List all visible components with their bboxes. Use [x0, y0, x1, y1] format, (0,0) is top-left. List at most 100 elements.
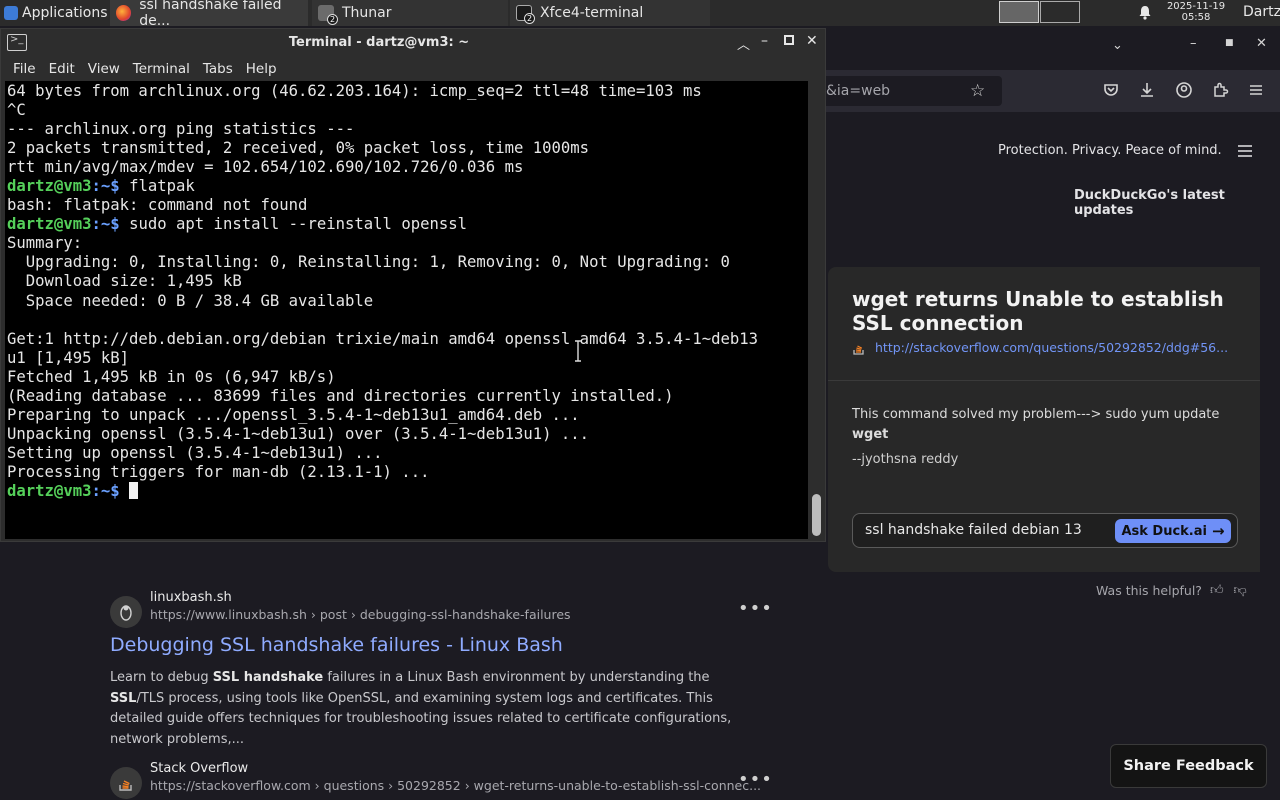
close-button[interactable]: ✕ — [1256, 36, 1267, 51]
hamburger-menu-icon[interactable] — [1247, 81, 1265, 99]
applications-label: Applications — [22, 5, 108, 21]
prompt-user: dartz@vm3 — [7, 215, 92, 234]
terminal-line: Setting up openssl (3.5.4-1~deb13u1) ... — [7, 444, 758, 463]
prompt-path: :~$ — [91, 481, 130, 500]
thumbs-down-icon[interactable]: 👎︎ — [1234, 583, 1247, 598]
menu-file[interactable]: File — [13, 61, 36, 77]
result-url[interactable]: https://www.linuxbash.sh › post › debugg… — [150, 607, 571, 622]
ask-duckai-label: Ask Duck.ai — [1121, 523, 1207, 539]
terminal-line: Unpacking openssl (3.5.4-1~deb13u1) over… — [7, 425, 758, 444]
terminal-window: >_ Terminal - dartz@vm3: ~ ︿ – ✕ File Ed… — [0, 28, 826, 542]
terminal-icon: 2 — [516, 5, 535, 24]
maximize-button[interactable] — [784, 35, 794, 45]
downloads-icon[interactable] — [1138, 81, 1156, 99]
result-url[interactable]: https://stackoverflow.com › questions › … — [150, 778, 761, 793]
snippet-highlight: SSL handshake — [212, 670, 324, 685]
feedback-prompt: Was this helpful? 👍︎ 👎︎ — [1096, 583, 1247, 598]
menu-terminal[interactable]: Terminal — [133, 61, 190, 77]
thunar-icon: 2 — [318, 5, 338, 25]
output-text: Summary: — [7, 234, 83, 253]
command-text: flatpak — [129, 177, 195, 196]
terminal-line: Download size: 1,495 kB — [7, 272, 758, 291]
clock-time: 05:58 — [1181, 12, 1211, 23]
output-text: Download size: 1,495 kB — [7, 272, 242, 291]
taskbar-item-label: ssl handshake failed de... — [139, 0, 282, 29]
ddg-updates-link[interactable]: DuckDuckGo's latest updates — [1074, 188, 1280, 218]
ask-duckai-box[interactable]: ssl handshake failed debian 13 Ask Duck.… — [852, 513, 1238, 548]
minimize-button[interactable]: – — [1190, 36, 1197, 51]
result-snippet: Learn to debug SSL handshake failures in… — [110, 668, 755, 750]
output-text: Processing triggers for man-db (2.13.1-1… — [7, 462, 430, 481]
terminal-line: Upgrading: 0, Installing: 0, Reinstallin… — [7, 253, 758, 272]
ddg-tagline[interactable]: Protection. Privacy. Peace of mind. — [998, 143, 1222, 158]
text-cursor-ibeam-icon — [575, 340, 581, 362]
terminal-line: Preparing to unpack .../openssl_3.5.4-1~… — [7, 406, 758, 425]
more-options-icon[interactable]: ••• — [738, 769, 773, 790]
share-feedback-button[interactable]: Share Feedback — [1110, 744, 1267, 788]
output-text: bash: flatpak: command not found — [7, 196, 308, 215]
helpful-label: Was this helpful? — [1096, 583, 1202, 598]
user-menu[interactable]: Dartz — [1243, 4, 1280, 20]
search-result: Stack Overflow https://stackoverflow.com… — [110, 761, 772, 800]
result-site-name[interactable]: Stack Overflow — [150, 761, 248, 776]
linux-penguin-icon — [110, 596, 142, 628]
taskbar-item-thunar[interactable]: 2 Thunar — [312, 0, 508, 26]
thumbs-up-icon[interactable]: 👍︎ — [1210, 583, 1224, 598]
output-text: Fetched 1,495 kB in 0s (6,947 kB/s) — [7, 367, 336, 386]
menu-help[interactable]: Help — [246, 61, 277, 77]
answer-title[interactable]: wget returns Unable to establish SSL con… — [852, 287, 1248, 335]
answer-source-link[interactable]: http://stackoverflow.com/questions/50292… — [852, 340, 1228, 355]
applications-menu-button[interactable]: Applications ☰ — [0, 0, 128, 26]
more-options-icon[interactable]: ••• — [738, 598, 773, 619]
extensions-icon[interactable] — [1211, 81, 1229, 99]
workspace-1[interactable] — [999, 1, 1039, 23]
menu-tabs[interactable]: Tabs — [203, 61, 233, 77]
taskbar-item-terminal[interactable]: 2 Xfce4-terminal — [510, 0, 710, 26]
menu-view[interactable]: View — [88, 61, 120, 77]
workspace-2[interactable] — [1040, 1, 1080, 23]
result-title-link[interactable]: Debugging SSL handshake failures - Linux… — [110, 634, 563, 656]
snippet-text: /TLS process, using tools like OpenSSL, … — [110, 690, 732, 747]
terminal-scrollbar[interactable] — [809, 81, 825, 539]
close-button[interactable]: ✕ — [806, 33, 818, 49]
output-text: Upgrading: 0, Installing: 0, Reinstallin… — [7, 253, 730, 272]
chevron-down-icon[interactable]: ⌄ — [1112, 38, 1123, 53]
scrollbar-thumb[interactable] — [812, 494, 821, 536]
xfce-logo-icon — [4, 6, 18, 20]
ask-duckai-button[interactable]: Ask Duck.ai → — [1115, 519, 1231, 543]
minimize-button[interactable]: – — [761, 33, 768, 49]
output-text: Get:1 http://deb.debian.org/debian trixi… — [7, 329, 759, 348]
taskbar-item-browser[interactable]: ssl handshake failed de... — [110, 0, 308, 29]
output-text: ^C — [7, 101, 26, 120]
divider — [828, 380, 1260, 381]
taskbar-item-label: Xfce4-terminal — [540, 5, 644, 21]
chevron-up-icon[interactable]: ︿ — [737, 34, 750, 53]
terminal-line: 2 packets transmitted, 2 received, 0% pa… — [7, 139, 758, 158]
terminal-line: Fetched 1,495 kB in 0s (6,947 kB/s) — [7, 368, 758, 387]
result-site-name[interactable]: linuxbash.sh — [150, 590, 232, 605]
output-text: (Reading database ... 83699 files and di… — [7, 386, 674, 405]
terminal-line: u1 [1,495 kB] — [7, 349, 758, 368]
terminal-titlebar[interactable]: >_ Terminal - dartz@vm3: ~ ︿ – ✕ — [1, 29, 825, 57]
stackoverflow-favicon-icon — [110, 767, 142, 799]
output-text: 2 packets transmitted, 2 received, 0% pa… — [7, 139, 590, 158]
window-count-badge: 2 — [327, 14, 338, 25]
clock[interactable]: 2025-11-19 05:58 — [1166, 1, 1226, 23]
terminal-line: (Reading database ... 83699 files and di… — [7, 387, 758, 406]
search-result: linuxbash.sh https://www.linuxbash.sh › … — [110, 590, 772, 747]
window-count-badge: 2 — [524, 13, 535, 24]
terminal-line: --- archlinux.org ping statistics --- — [7, 120, 758, 139]
ddg-menu-icon[interactable] — [1237, 144, 1253, 158]
notification-bell-icon[interactable] — [1138, 5, 1152, 20]
ask-query-text[interactable]: ssl handshake failed debian 13 — [865, 522, 1082, 538]
terminal-line: Space needed: 0 B / 38.4 GB available — [7, 292, 758, 311]
url-bar[interactable]: &ia=web ☆ — [826, 76, 1002, 106]
menu-edit[interactable]: Edit — [49, 61, 75, 77]
command-text: sudo apt install --reinstall openssl — [129, 215, 468, 234]
terminal-output[interactable]: 64 bytes from archlinux.org (46.62.203.1… — [5, 81, 808, 539]
account-icon[interactable] — [1175, 81, 1193, 99]
pocket-icon[interactable] — [1102, 81, 1120, 99]
maximize-button[interactable]: ■ — [1225, 38, 1234, 48]
prompt-user: dartz@vm3 — [7, 177, 92, 196]
bookmark-star-icon[interactable]: ☆ — [970, 76, 985, 106]
